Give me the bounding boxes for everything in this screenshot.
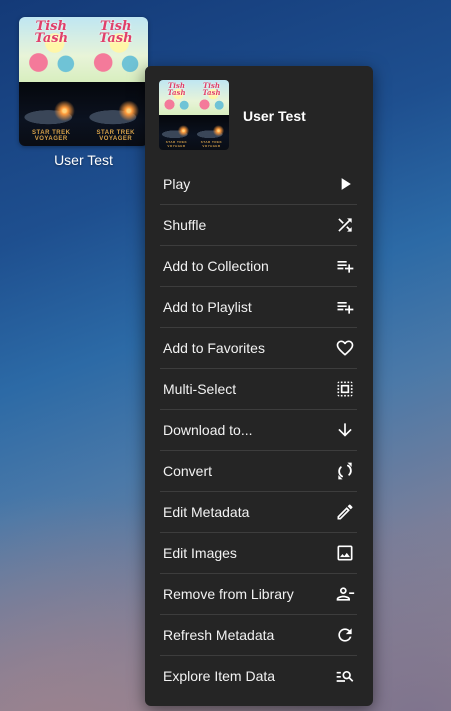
menu-item-label: Edit Images bbox=[163, 545, 237, 561]
menu-item-label: Edit Metadata bbox=[163, 504, 250, 520]
poster-label[interactable]: User Test bbox=[19, 152, 148, 168]
playlist-add-icon bbox=[334, 255, 356, 277]
play-icon bbox=[334, 173, 356, 195]
menu-item-play[interactable]: Play bbox=[160, 164, 357, 205]
menu-item-label: Add to Favorites bbox=[163, 340, 265, 356]
menu-item-explore-item-data[interactable]: Explore Item Data bbox=[160, 656, 357, 696]
thumb-tile-space-2: STAR TREK VOYAGER bbox=[194, 115, 229, 150]
arrow-down-icon bbox=[334, 419, 356, 441]
menu-items: Play Shuffle Add to Collection Add to Pl… bbox=[160, 164, 357, 696]
poster-tile-space-2: STAR TREK VOYAGER bbox=[83, 81, 148, 146]
poster-tile-kids-2: Tish Tash bbox=[83, 17, 148, 82]
menu-item-shuffle[interactable]: Shuffle bbox=[160, 205, 357, 246]
heart-icon bbox=[334, 337, 356, 359]
image-icon bbox=[334, 542, 356, 564]
poster-space-title: STAR TREK VOYAGER bbox=[32, 130, 71, 142]
menu-item-add-to-favorites[interactable]: Add to Favorites bbox=[160, 328, 357, 369]
poster-kids-title-2: Tish Tash bbox=[98, 19, 133, 46]
menu-item-download[interactable]: Download to... bbox=[160, 410, 357, 451]
poster-tile-space: STAR TREK VOYAGER bbox=[19, 81, 84, 146]
menu-item-label: Multi-Select bbox=[163, 381, 237, 397]
menu-thumbnail: Tish Tash Tish Tash STAR TREK VOYAGER ST… bbox=[159, 80, 229, 150]
thumb-space-title: STAR TREK VOYAGER bbox=[165, 140, 188, 148]
playlist-add-icon bbox=[334, 296, 356, 318]
convert-icon bbox=[334, 460, 356, 482]
thumb-kids-title: Tish Tash bbox=[167, 81, 186, 97]
menu-item-label: Shuffle bbox=[163, 217, 207, 233]
menu-item-label: Convert bbox=[163, 463, 213, 479]
select-all-icon bbox=[334, 378, 356, 400]
menu-title: User Test bbox=[243, 108, 306, 124]
menu-item-edit-metadata[interactable]: Edit Metadata bbox=[160, 492, 357, 533]
context-menu: Tish Tash Tish Tash STAR TREK VOYAGER ST… bbox=[145, 66, 373, 706]
menu-item-add-to-collection[interactable]: Add to Collection bbox=[160, 246, 357, 287]
thumb-tile-kids: Tish Tash bbox=[159, 80, 194, 115]
menu-item-multi-select[interactable]: Multi-Select bbox=[160, 369, 357, 410]
menu-item-remove-from-library[interactable]: Remove from Library bbox=[160, 574, 357, 615]
menu-item-convert[interactable]: Convert bbox=[160, 451, 357, 492]
menu-item-label: Refresh Metadata bbox=[163, 627, 275, 643]
menu-item-label: Play bbox=[163, 176, 191, 192]
poster-tile-kids: Tish Tash bbox=[19, 17, 84, 82]
menu-item-label: Download to... bbox=[163, 422, 253, 438]
menu-item-add-to-playlist[interactable]: Add to Playlist bbox=[160, 287, 357, 328]
menu-item-label: Add to Collection bbox=[163, 258, 269, 274]
poster-space-title-2: STAR TREK VOYAGER bbox=[96, 130, 135, 142]
thumb-kids-title-2: Tish Tash bbox=[202, 81, 221, 97]
pencil-icon bbox=[334, 501, 356, 523]
thumb-tile-kids-2: Tish Tash bbox=[194, 80, 229, 115]
poster-kids-title: Tish Tash bbox=[34, 19, 69, 46]
menu-item-label: Remove from Library bbox=[163, 586, 294, 602]
shuffle-icon bbox=[334, 214, 356, 236]
manage-search-icon bbox=[334, 665, 356, 687]
menu-item-label: Add to Playlist bbox=[163, 299, 252, 315]
menu-header: Tish Tash Tish Tash STAR TREK VOYAGER ST… bbox=[159, 80, 359, 150]
thumb-space-title-2: STAR TREK VOYAGER bbox=[200, 140, 223, 148]
collection-poster[interactable]: Tish Tash Tish Tash STAR TREK VOYAGER ST… bbox=[19, 17, 148, 146]
menu-item-edit-images[interactable]: Edit Images bbox=[160, 533, 357, 574]
menu-item-label: Explore Item Data bbox=[163, 668, 276, 684]
thumb-tile-space: STAR TREK VOYAGER bbox=[159, 115, 194, 150]
refresh-icon bbox=[334, 624, 356, 646]
menu-item-refresh-metadata[interactable]: Refresh Metadata bbox=[160, 615, 357, 656]
person-remove-icon bbox=[334, 583, 356, 605]
